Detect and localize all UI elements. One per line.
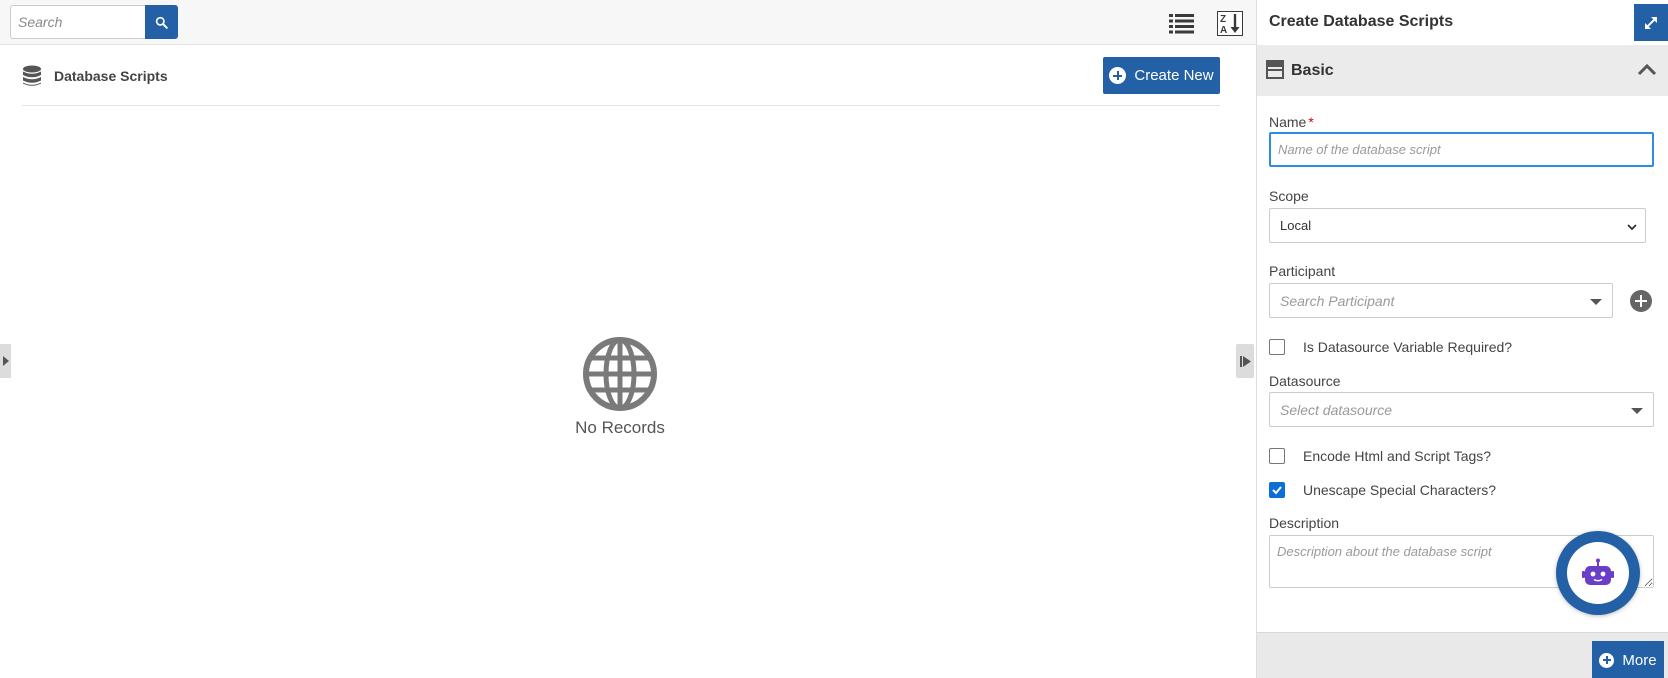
panel-title: Create Database Scripts [1269, 13, 1454, 30]
name-label-text: Name [1269, 114, 1307, 130]
datasource-select[interactable]: Select datasource [1269, 392, 1654, 427]
plus-circle-icon [1109, 67, 1127, 84]
search-icon [155, 16, 168, 29]
caret-down-icon [1631, 408, 1643, 414]
scope-select[interactable]: Local [1269, 208, 1646, 243]
datasource-variable-label: Is Datasource Variable Required? [1303, 339, 1513, 355]
left-panel-toggle[interactable] [0, 344, 11, 378]
main-area: Z A Database Scripts Create New [0, 0, 1256, 678]
datasource-variable-checkbox[interactable] [1269, 339, 1285, 355]
create-new-label: Create New [1134, 67, 1214, 84]
participant-select[interactable]: Search Participant [1269, 283, 1613, 318]
panel-header: Create Database Scripts [1257, 0, 1668, 45]
top-toolbar: Z A [0, 0, 1256, 45]
chatbot-button[interactable] [1556, 531, 1640, 615]
right-panel-toggle[interactable] [1236, 344, 1254, 378]
create-new-button[interactable]: Create New [1103, 57, 1220, 94]
expand-button[interactable] [1634, 4, 1668, 41]
plus-circle-icon [1599, 652, 1615, 668]
encode-row: Encode Html and Script Tags? [1269, 446, 1491, 466]
svg-text:A: A [1220, 25, 1227, 36]
more-button[interactable]: More [1592, 641, 1664, 678]
chatbot-inner [1567, 542, 1629, 604]
no-records-text: No Records [575, 418, 665, 437]
scope-label: Scope [1269, 188, 1309, 204]
page-header: Database Scripts Create New [22, 50, 1220, 106]
search-button[interactable] [145, 5, 178, 39]
collapse-right-icon [1239, 355, 1251, 367]
search-input[interactable] [10, 5, 145, 39]
list-view-icon[interactable] [1168, 11, 1194, 35]
encode-checkbox[interactable] [1269, 448, 1285, 464]
globe-icon [583, 337, 657, 411]
unescape-checkbox[interactable] [1269, 482, 1285, 498]
search-box [10, 5, 178, 39]
section-form-icon [1266, 60, 1284, 79]
sort-alpha-icon[interactable]: Z A [1217, 10, 1243, 36]
add-participant-icon[interactable] [1630, 290, 1652, 312]
scope-value: Local [1280, 218, 1312, 233]
chevron-up-icon[interactable] [1636, 60, 1658, 78]
name-field[interactable] [1269, 132, 1654, 167]
unescape-row: Unescape Special Characters? [1269, 480, 1496, 500]
datasource-variable-row: Is Datasource Variable Required? [1269, 337, 1512, 357]
encode-label: Encode Html and Script Tags? [1303, 448, 1492, 464]
participant-label: Participant [1269, 263, 1336, 279]
basic-section-header[interactable]: Basic [1257, 45, 1668, 96]
checkmark-icon [1272, 486, 1282, 495]
name-label: Name * [1269, 114, 1314, 130]
more-label: More [1622, 651, 1657, 669]
unescape-label: Unescape Special Characters? [1303, 482, 1496, 498]
database-icon [23, 65, 41, 86]
caret-right-icon [2, 356, 9, 366]
panel-footer: More [1257, 632, 1668, 678]
chevron-down-icon [1627, 224, 1637, 231]
robot-icon [1582, 558, 1614, 585]
participant-placeholder: Search Participant [1280, 292, 1395, 309]
empty-state: No Records [540, 336, 700, 438]
required-marker: * [1308, 114, 1314, 130]
expand-icon [1645, 16, 1657, 29]
section-title: Basic [1291, 62, 1334, 79]
page-title: Database Scripts [54, 68, 168, 84]
svg-text:Z: Z [1220, 14, 1226, 25]
caret-down-icon [1590, 299, 1602, 305]
datasource-label: Datasource [1269, 373, 1341, 389]
datasource-placeholder: Select datasource [1280, 401, 1393, 418]
description-label: Description [1269, 515, 1340, 531]
